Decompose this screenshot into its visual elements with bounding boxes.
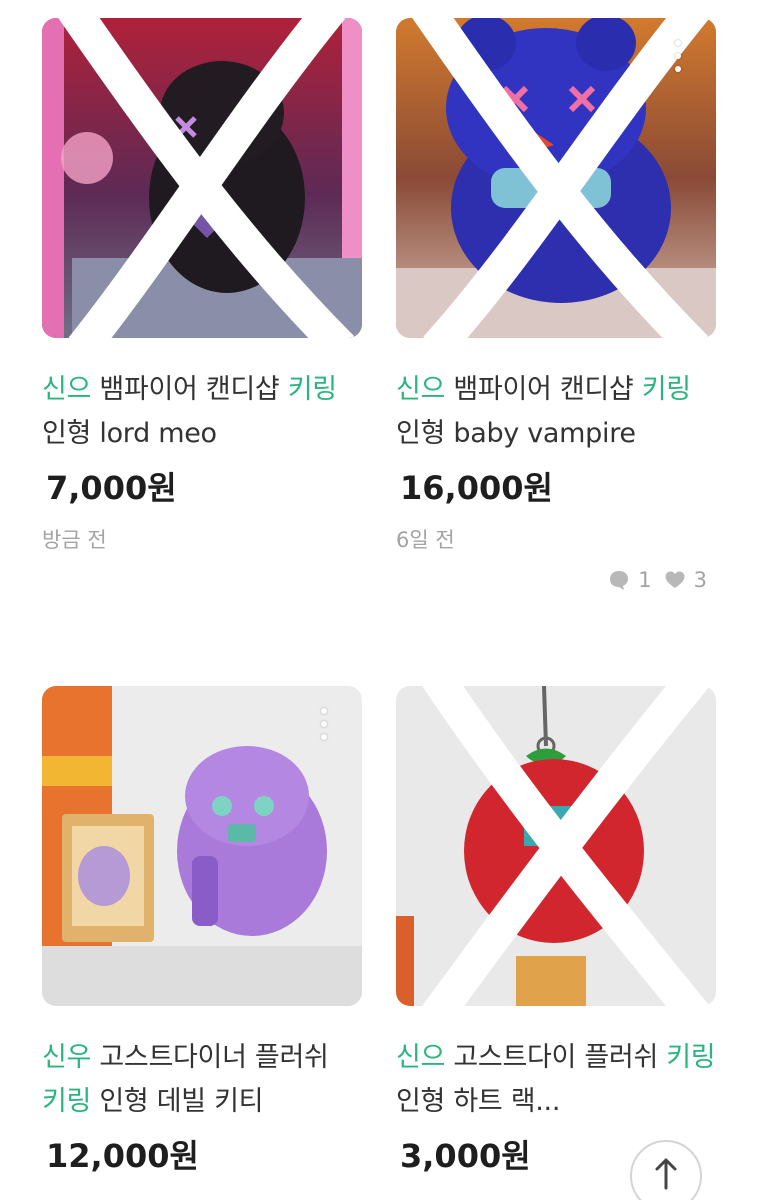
more-vertical-icon[interactable] [674,40,682,72]
product-thumbnail[interactable] [396,18,716,338]
product-image-purple-plush [42,686,362,1006]
chat-count: 1 [638,568,652,592]
product-card[interactable]: 신으 뱀파이어 캔디샵 키링 인형 baby vampire 16,000원 6… [396,18,716,554]
product-title[interactable]: 신으 뱀파이어 캔디샵 키링 인형 lord meo [42,368,362,456]
product-image-red-strawberry-plush [396,686,716,1006]
product-card[interactable]: 신우 고스트다이너 플러쉬 키링 인형 데빌 키티 12,000원 [42,686,362,1178]
product-title[interactable]: 신으 고스트다이 플러쉬 키링 인형 하트 랙... [396,1036,716,1124]
more-vertical-icon[interactable] [320,708,328,740]
product-card[interactable]: 신으 고스트다이 플러쉬 키링 인형 하트 랙... 3,000원 [396,686,716,1178]
product-price: 16,000원 [400,469,553,507]
product-price: 7,000원 [46,469,177,507]
product-stats: 1 3 [396,568,711,592]
product-title[interactable]: 신우 고스트다이너 플러쉬 키링 인형 데빌 키티 [42,1036,362,1124]
product-card[interactable]: 신으 뱀파이어 캔디샵 키링 인형 lord meo 7,000원 방금 전 [42,18,362,554]
posted-time: 방금 전 [42,528,107,552]
posted-time: 6일 전 [396,528,455,552]
product-price: 12,000원 [46,1137,199,1175]
product-thumbnail[interactable] [42,18,362,338]
product-image-black-plush [42,18,362,338]
product-thumbnail[interactable] [42,686,362,1006]
arrow-up-icon [655,1158,677,1190]
product-thumbnail[interactable] [396,686,716,1006]
product-grid: 신으 뱀파이어 캔디샵 키링 인형 lord meo 7,000원 방금 전 신… [0,0,759,1200]
heart-icon [665,571,685,588]
product-image-blue-plush [396,18,716,338]
product-title[interactable]: 신으 뱀파이어 캔디샵 키링 인형 baby vampire [396,368,716,456]
chat-bubble-icon [610,571,629,590]
like-count: 3 [693,568,707,592]
